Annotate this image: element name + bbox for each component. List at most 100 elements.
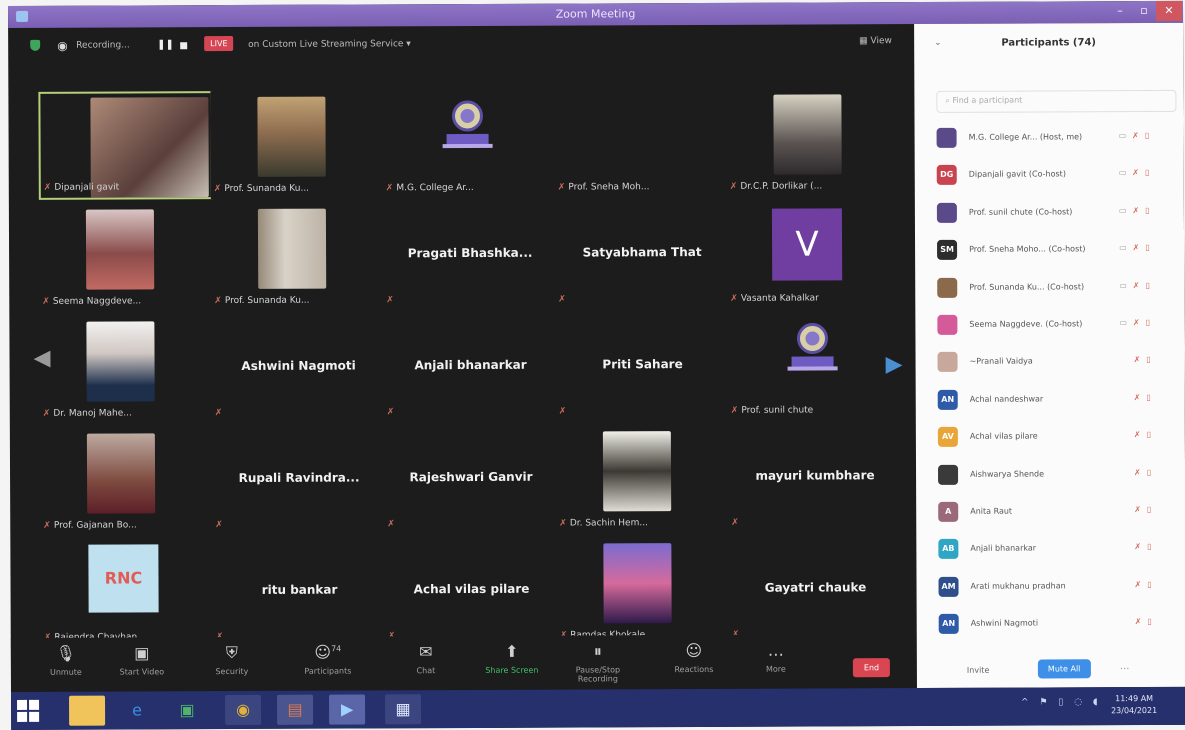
chrome-icon[interactable]: ◉ <box>225 694 262 726</box>
tile-name-label: ✗ Prof. Gajanan Bo... <box>43 520 137 530</box>
video-tile[interactable]: ✗ Prof. Gajanan Bo... <box>39 427 215 536</box>
mute-all-button[interactable]: Mute All <box>1037 659 1091 679</box>
participant-name: Ashwini Nagmoti <box>970 618 1039 628</box>
stop-recording-button[interactable] <box>180 42 188 50</box>
participant-row[interactable]: AM Arati mukhanu pradhan ✗▯ <box>934 569 1184 607</box>
mic-video-status-icons[interactable]: ▭✗▯ <box>1119 243 1156 252</box>
view-button[interactable]: ▦ View <box>859 36 892 46</box>
unmute-button[interactable]: 🎙 Unmute <box>31 644 101 677</box>
participant-row[interactable]: AN Ashwini Nagmoti ✗▯ <box>935 606 1185 644</box>
pause-recording-button[interactable]: ❚❚ <box>157 39 174 50</box>
windows-start-icon[interactable] <box>17 699 40 722</box>
search-placeholder: Find a participant <box>952 95 1023 105</box>
system-tray-icons[interactable]: ^ ⚑ ▯ ◌ ◖ <box>1021 697 1102 707</box>
mic-video-status-icons[interactable]: ▭✗▯ <box>1119 318 1156 327</box>
clock-time: 11:49 AM <box>1115 694 1154 704</box>
video-tile[interactable]: Anjali bhanarkar ✗ <box>383 313 558 423</box>
internet-explorer-icon[interactable]: e <box>119 695 155 725</box>
zoom-taskbar-icon[interactable]: ▶ <box>329 694 366 725</box>
participant-row[interactable]: Seema Naggdeve. (Co-host) ▭✗▯ <box>933 307 1183 345</box>
video-tile[interactable]: Rupali Ravindra... ✗ <box>211 426 387 536</box>
participant-row[interactable]: DG Dipanjali gavit (Co-host) ▭✗▯ <box>933 157 1183 195</box>
share-screen-button[interactable]: ⬆ Share Screen <box>477 642 547 675</box>
video-tile[interactable]: ✗ Prof. Sunanda Ku... <box>210 202 386 312</box>
video-tile[interactable]: ✗ M.G. College Ar... <box>382 89 557 199</box>
mic-video-status-icons[interactable]: ▭✗▯ <box>1119 131 1156 140</box>
chat-button[interactable]: ✉ Chat <box>391 642 461 675</box>
mic-video-status-icons[interactable]: ✗▯ <box>1134 430 1157 439</box>
mic-muted-icon: ✗ <box>731 517 739 528</box>
video-tile[interactable]: Priti Sahare ✗ <box>555 312 730 422</box>
file-explorer-icon[interactable] <box>69 695 106 726</box>
reactions-button[interactable]: ☺ Reactions <box>659 641 729 674</box>
start-video-button[interactable]: ▣ Start Video <box>107 643 177 676</box>
more-button[interactable]: … More <box>741 641 811 674</box>
media-player-icon[interactable]: ▤ <box>277 694 314 725</box>
video-tile[interactable]: ✗ Dr. Manoj Mahe... <box>39 315 214 424</box>
mic-video-status-icons[interactable]: ✗▯ <box>1135 580 1158 589</box>
document-app-icon[interactable]: ▦ <box>385 694 422 725</box>
video-tile[interactable]: mayuri kumbhare ✗ <box>727 424 903 533</box>
mic-video-status-icons[interactable]: ✗▯ <box>1134 505 1157 514</box>
participant-row[interactable]: A Anita Raut ✗▯ <box>934 494 1184 532</box>
participant-row[interactable]: AV Achal vilas pilare ✗▯ <box>934 419 1184 457</box>
prev-page-arrow-icon[interactable]: ◀ <box>33 346 50 371</box>
video-tile[interactable]: Gayatri chauke✗ <box>728 536 903 645</box>
participant-row[interactable]: Prof. Sunanda Ku... (Co-host) ▭✗▯ <box>933 269 1183 307</box>
mic-video-status-icons[interactable]: ▭✗▯ <box>1119 206 1156 215</box>
participant-list: M.G. College Ar... (Host, me) ▭✗▯ DG Dipanj… <box>933 120 1185 645</box>
end-meeting-button[interactable]: End <box>852 658 891 678</box>
mic-muted-icon: ✗ <box>213 184 222 195</box>
maximize-button[interactable]: ▫ <box>1131 1 1157 21</box>
shield-icon[interactable] <box>30 39 41 51</box>
video-tile[interactable]: Rajeshwari Ganvir ✗ <box>383 425 559 535</box>
mic-muted-icon: ✗ <box>387 519 395 530</box>
participant-row[interactable]: M.G. College Ar... (Host, me) ▭✗▯ <box>933 120 1183 158</box>
video-tile[interactable]: ✗ Dr. Sachin Hem... <box>555 424 731 534</box>
video-tile[interactable]: ✗ Dr.C.P. Dorlikar (... <box>726 88 901 197</box>
mic-video-status-icons[interactable]: ✗▯ <box>1134 393 1157 402</box>
video-tile[interactable]: ✗Ramdas Khokale <box>556 536 731 646</box>
stream-service-dropdown[interactable]: on Custom Live Streaming Service ▾ <box>248 39 411 50</box>
participant-search-input[interactable]: ⌕ Find a participant <box>936 89 1177 113</box>
minimize-button[interactable]: – <box>1107 1 1133 21</box>
video-tile[interactable]: Satyabhama That ✗ <box>554 200 730 310</box>
participant-row[interactable]: AB Anjali bhanarkar ✗▯ <box>934 531 1184 569</box>
mic-muted-icon: ✗ <box>385 183 394 194</box>
reactions-icon: ☺ <box>685 640 703 661</box>
participant-avatar <box>938 464 959 485</box>
participant-row[interactable]: ~Pranali Vaidya ✗▯ <box>933 344 1183 382</box>
video-tile[interactable]: RNC✗Rajendra Chavhan <box>40 539 215 648</box>
mic-video-status-icons[interactable]: ▭✗▯ <box>1119 281 1156 290</box>
participant-row[interactable]: Aishwarya Shende ✗▯ <box>934 456 1184 494</box>
video-tile[interactable]: ritu bankar✗ <box>212 538 387 648</box>
video-tile[interactable]: V ✗ Vasanta Kahalkar <box>726 200 902 309</box>
video-tile[interactable]: Achal vilas pilare✗ <box>384 537 559 647</box>
store-icon[interactable]: ▣ <box>169 695 205 725</box>
participant-row[interactable]: SM Prof. Sneha Moho... (Co-host) ▭✗▯ <box>933 232 1183 270</box>
video-tile[interactable]: ✗ Prof. Sneha Moh... <box>554 88 729 198</box>
taskbar-clock[interactable]: 11:49 AM 23/04/2021 <box>1111 693 1157 717</box>
mic-video-status-icons[interactable]: ✗▯ <box>1134 468 1157 477</box>
video-tile[interactable]: ✗ Prof. Sunanda Ku... <box>210 90 385 200</box>
invite-button[interactable]: Invite <box>967 666 989 675</box>
video-tile[interactable]: ✗ Prof. sunil chute <box>727 312 902 421</box>
mic-video-status-icons[interactable]: ✗▯ <box>1134 355 1157 364</box>
video-tile[interactable]: ✗ Dipanjali gavit <box>38 91 213 200</box>
mic-video-status-icons[interactable]: ✗▯ <box>1134 542 1157 551</box>
mic-video-status-icons[interactable]: ✗▯ <box>1135 617 1158 626</box>
security-button[interactable]: ⛨ Security <box>197 643 267 676</box>
close-button[interactable]: ✕ <box>1155 0 1183 21</box>
mic-video-status-icons[interactable]: ▭✗▯ <box>1119 168 1156 177</box>
more-options-button[interactable]: ... <box>1120 661 1130 672</box>
live-badge[interactable]: LIVE <box>204 36 234 52</box>
participant-row[interactable]: AN Achal nandeshwar ✗▯ <box>934 382 1184 420</box>
video-tile[interactable]: Pragati Bhashka... ✗ <box>382 201 558 311</box>
tile-name-label: ✗ Dr. Manoj Mahe... <box>43 408 132 418</box>
video-tile[interactable]: ✗ Seema Naggdeve... <box>38 203 214 312</box>
participant-row[interactable]: Prof. sunil chute (Co-host) ▭✗▯ <box>933 195 1183 233</box>
next-page-arrow-icon[interactable]: ▶ <box>886 352 903 377</box>
participants-button[interactable]: ☺74 Participants <box>293 642 363 676</box>
video-tile[interactable]: Ashwini Nagmoti ✗ <box>211 314 386 424</box>
pause-stop-recording-button[interactable]: ⏸ Pause/Stop Recording <box>563 641 633 683</box>
